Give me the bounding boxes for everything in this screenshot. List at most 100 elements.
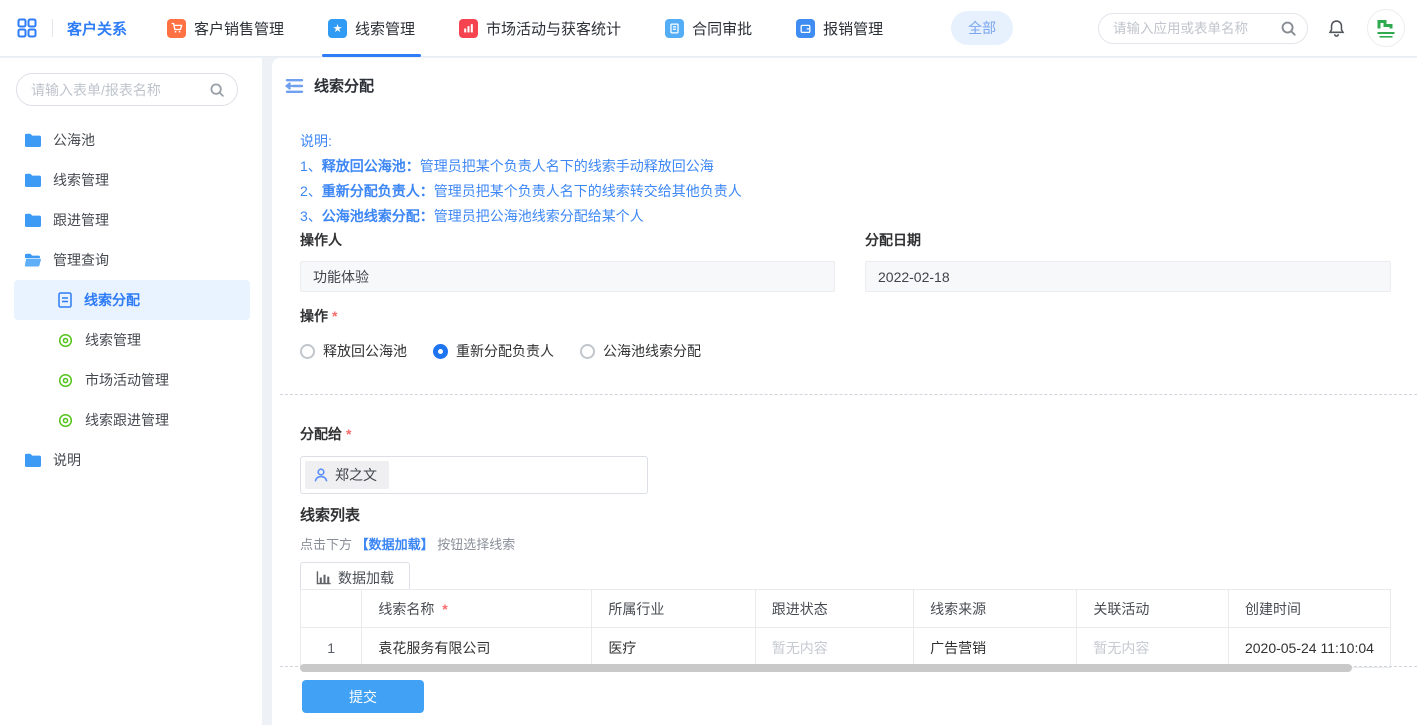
notes-block: 说明: 1、释放回公海池：管理员把某个负责人名下的线索手动释放回公海 2、重新分… <box>300 129 742 229</box>
lead-list-section: 线索列表 点击下方 【数据加载】 按钮选择线索 数据加载 <box>300 504 1391 593</box>
assignee-chip[interactable]: 郑之文 <box>305 461 389 489</box>
notes-title: 说明: <box>300 129 742 154</box>
sidebar-item-lead-management[interactable]: 线索管理 <box>0 160 262 200</box>
assign-date-field: 分配日期 2022-02-18 <box>865 230 1391 292</box>
sidebar-item-followup-management[interactable]: 跟进管理 <box>0 200 262 240</box>
folder-icon <box>24 173 41 187</box>
sidebar-item-label: 管理查询 <box>53 250 109 270</box>
search-icon[interactable] <box>1280 20 1297 37</box>
doc-icon <box>58 292 72 308</box>
star-icon: ★ <box>328 19 347 38</box>
col-row-number <box>301 590 362 628</box>
all-filter-pill[interactable]: 全部 <box>951 11 1013 45</box>
radio-assign-from-pool[interactable]: 公海池线索分配 <box>580 341 701 361</box>
sidebar-item-public-pool[interactable]: 公海池 <box>0 120 262 160</box>
folder-icon <box>24 453 41 467</box>
app-search-box[interactable] <box>1098 13 1308 44</box>
sidebar-item-marketing-activity-management[interactable]: 市场活动管理 <box>0 360 262 400</box>
collapse-sidebar-icon[interactable] <box>285 78 304 94</box>
tab-customer-sales[interactable]: 客户销售管理 <box>167 0 284 57</box>
cell-row-number: 1 <box>301 628 362 668</box>
required-mark: * <box>332 308 337 324</box>
cell-follow-status: 暂无内容 <box>755 628 913 668</box>
tab-marketing-stats[interactable]: 市场活动与获客统计 <box>459 0 621 57</box>
sidebar-item-lead-assignment[interactable]: 线索分配 <box>14 280 250 320</box>
operation-label: 操作* <box>300 306 727 326</box>
tab-expense-management[interactable]: 报销管理 <box>796 0 883 57</box>
form-search-box[interactable] <box>16 73 238 106</box>
sidebar-item-lead-followup-management[interactable]: 线索跟进管理 <box>0 400 262 440</box>
assign-date-label: 分配日期 <box>865 230 1391 250</box>
assign-to-input[interactable]: 郑之文 <box>300 456 648 494</box>
sidebar-item-label: 公海池 <box>53 130 95 150</box>
lead-table: 线索名称 * 所属行业 跟进状态 线索来源 关联活动 创建时间 1 袁花服务有限… <box>300 589 1391 668</box>
sidebar-item-label: 跟进管理 <box>53 210 109 230</box>
tab-label: 合同审批 <box>692 18 752 39</box>
col-lead-name: 线索名称 * <box>362 590 592 628</box>
form-search-input[interactable] <box>31 82 209 98</box>
brand-title[interactable]: 客户关系 <box>67 18 127 39</box>
operator-label: 操作人 <box>300 230 835 250</box>
radio-reassign-owner[interactable]: 重新分配负责人 <box>433 341 554 361</box>
bar-chart-icon <box>316 571 331 585</box>
apps-grid-icon[interactable] <box>16 17 38 39</box>
table-header-row: 线索名称 * 所属行业 跟进状态 线索来源 关联活动 创建时间 <box>301 590 1391 628</box>
sidebar-item-label: 市场活动管理 <box>85 370 169 390</box>
person-icon <box>313 467 329 483</box>
col-created-at: 创建时间 <box>1228 590 1390 628</box>
app-search-input[interactable] <box>1113 21 1280 36</box>
data-load-link[interactable]: 【数据加载】 <box>356 537 434 552</box>
assign-to-label: 分配给* <box>300 424 648 444</box>
top-nav: 客户关系 客户销售管理 ★ 线索管理 市场活动与获客统计 <box>0 0 1417 57</box>
assignee-name: 郑之文 <box>335 465 377 485</box>
note-line: 1、释放回公海池：管理员把某个负责人名下的线索手动释放回公海 <box>300 154 742 179</box>
radio-icon <box>300 344 315 359</box>
col-related-activity: 关联活动 <box>1077 590 1229 628</box>
lead-list-hint: 点击下方 【数据加载】 按钮选择线索 <box>300 534 1391 553</box>
operator-input[interactable]: 功能体验 <box>300 261 835 292</box>
user-avatar[interactable] <box>1367 9 1405 47</box>
tab-label: 客户销售管理 <box>194 18 284 39</box>
tab-contract-approval[interactable]: 合同审批 <box>665 0 752 57</box>
search-icon[interactable] <box>209 82 225 98</box>
horizontal-scrollbar[interactable] <box>300 664 1352 672</box>
data-load-label: 数据加载 <box>338 568 394 588</box>
col-lead-source: 线索来源 <box>914 590 1077 628</box>
sidebar-item-label: 线索管理 <box>85 330 141 350</box>
operation-radio-group: 释放回公海池 重新分配负责人 公海池线索分配 <box>300 341 727 361</box>
assign-to-field: 分配给* 郑之文 <box>300 424 648 494</box>
operator-field: 操作人 功能体验 <box>300 230 835 292</box>
note-line: 2、重新分配负责人：管理员把某个负责人名下的线索转交给其他负责人 <box>300 179 742 204</box>
radio-icon <box>580 344 595 359</box>
main-panel: 线索分配 说明: 1、释放回公海池：管理员把某个负责人名下的线索手动释放回公海 … <box>272 58 1417 725</box>
cell-related-activity: 暂无内容 <box>1077 628 1229 668</box>
sidebar-item-label: 线索分配 <box>84 290 140 310</box>
sidebar-item-label: 说明 <box>53 450 81 470</box>
cell-lead-name: 袁花服务有限公司 <box>362 628 592 668</box>
sidebar-item-lead-management-form[interactable]: 线索管理 <box>0 320 262 360</box>
sidebar-item-admin-query[interactable]: 管理查询 <box>0 240 262 280</box>
cell-industry: 医疗 <box>592 628 755 668</box>
sidebar-item-instructions[interactable]: 说明 <box>0 440 262 480</box>
assign-date-input[interactable]: 2022-02-18 <box>865 261 1391 292</box>
folder-icon <box>24 213 41 227</box>
form-row: 操作人 功能体验 分配日期 2022-02-18 <box>300 230 1391 292</box>
tab-label: 报销管理 <box>823 18 883 39</box>
cell-lead-source: 广告营销 <box>914 628 1077 668</box>
target-circle-icon <box>58 333 73 348</box>
required-mark: * <box>442 601 447 617</box>
tab-label: 市场活动与获客统计 <box>486 18 621 39</box>
app-tabs: 客户销售管理 ★ 线索管理 市场活动与获客统计 合同审批 <box>167 0 927 57</box>
sidebar-item-label: 线索跟进管理 <box>85 410 169 430</box>
sidebar: 公海池 线索管理 跟进管理 管理查询 线索分配 <box>0 58 262 725</box>
radio-icon <box>433 344 448 359</box>
tab-label: 线索管理 <box>355 18 415 39</box>
radio-release-to-pool[interactable]: 释放回公海池 <box>300 341 407 361</box>
sidebar-item-label: 线索管理 <box>53 170 109 190</box>
wallet-icon <box>796 19 815 38</box>
nav-divider <box>52 19 53 37</box>
tab-lead-management[interactable]: ★ 线索管理 <box>328 0 415 57</box>
table-row[interactable]: 1 袁花服务有限公司 医疗 暂无内容 广告营销 暂无内容 2020-05-24 … <box>301 628 1391 668</box>
submit-button[interactable]: 提交 <box>302 680 424 713</box>
notification-bell-icon[interactable] <box>1326 18 1347 39</box>
